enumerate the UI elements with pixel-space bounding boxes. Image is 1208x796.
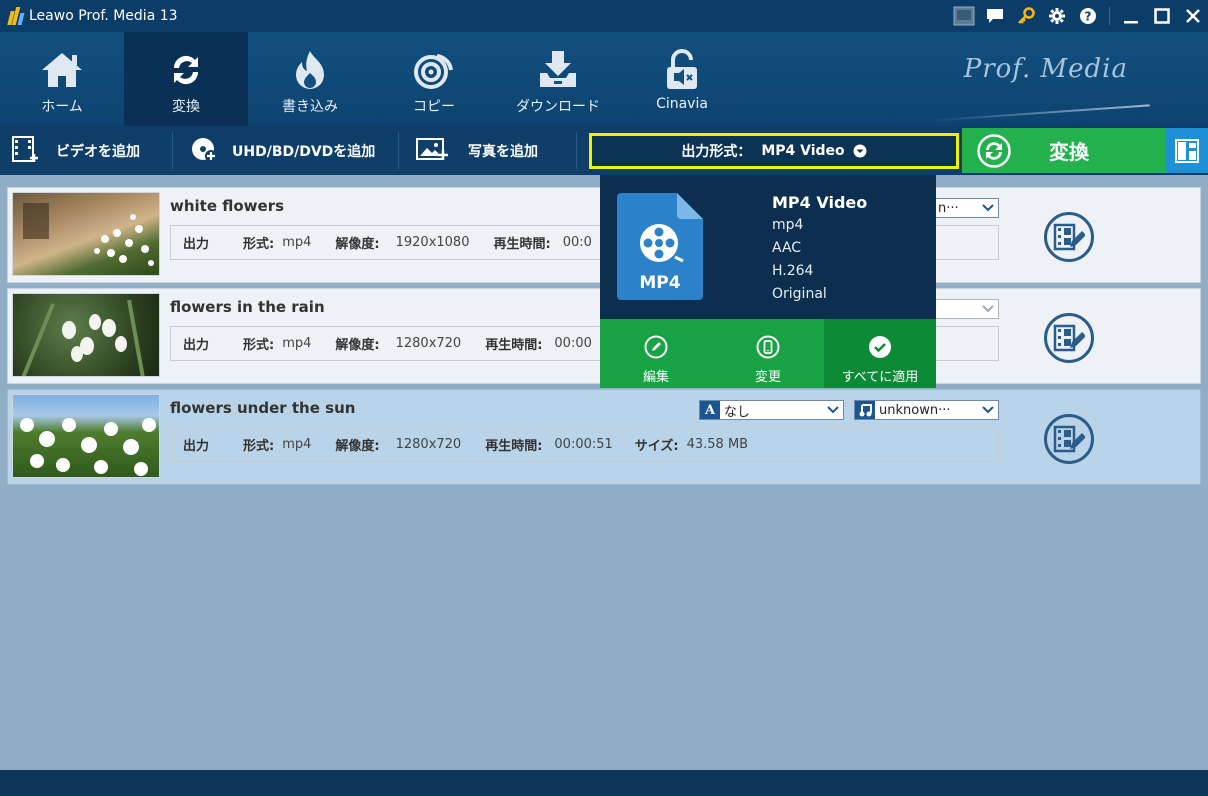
nav-convert[interactable]: 変換 (124, 32, 248, 126)
nav-download-label: ダウンロード (516, 99, 600, 115)
settings-gear-icon[interactable] (1041, 0, 1072, 32)
key-icon[interactable] (1010, 0, 1041, 32)
disc-add-icon (190, 136, 218, 166)
film-add-icon (12, 135, 40, 166)
popup-video-codec: H.264 (772, 263, 814, 279)
add-photo-button[interactable]: 写真を追加 (416, 126, 538, 175)
minimize-icon[interactable] (1115, 0, 1146, 32)
convert-icon (166, 48, 206, 92)
check-icon (868, 334, 892, 360)
file-row[interactable]: flowers under the sun 出力 形式: mp4 解像度: 12… (7, 389, 1201, 485)
window-title: Leawo Prof. Media 13 (29, 8, 178, 24)
download-icon (537, 48, 579, 92)
chevron-down-icon (981, 201, 995, 219)
output-format-value: MP4 Video (761, 143, 845, 159)
subtitle-dropdown[interactable]: n··· (936, 198, 999, 218)
convert-button[interactable]: 変換 (962, 128, 1166, 173)
file-resolution: 1920x1080 (395, 235, 470, 250)
edit-video-button[interactable] (1044, 313, 1094, 363)
format-popup: MP4 MP4 Video mp4 AAC H.264 Original 編集 … (600, 175, 936, 388)
output-format-label: 出力形式： (681, 144, 752, 160)
brand-logo: Prof. Media (963, 54, 1128, 84)
convert-label: 変換 (1049, 140, 1089, 164)
edit-video-button[interactable] (1044, 212, 1094, 262)
chevron-down-icon (981, 302, 995, 320)
add-disc-button[interactable]: UHD/BD/DVDを追加 (190, 126, 375, 175)
feedback-icon[interactable] (979, 0, 1010, 32)
audio-track-dropdown[interactable]: unknown··· (854, 400, 999, 420)
popup-container: mp4 (772, 217, 804, 233)
convert-refresh-icon (977, 133, 1011, 168)
title-bar: Leawo Prof. Media 13 ? (0, 0, 1208, 32)
chevron-down-icon (853, 144, 867, 158)
popup-apply-all-button[interactable]: すべてに適用 (824, 319, 936, 388)
subtitle-icon: A (700, 401, 720, 419)
nav-cinavia-label: Cinavia (656, 96, 708, 112)
home-icon (39, 48, 85, 92)
add-video-label: ビデオを追加 (56, 143, 140, 160)
output-format-dropdown[interactable]: 出力形式： MP4 Video (589, 133, 959, 169)
chevron-down-icon (981, 403, 995, 421)
nav-burn-label: 書き込み (282, 99, 338, 115)
popup-edit-button[interactable]: 編集 (600, 319, 712, 388)
add-photo-label: 写真を追加 (468, 143, 538, 160)
nav-home-label: ホーム (41, 99, 83, 115)
mp4-badge: MP4 (639, 273, 681, 293)
help-icon[interactable]: ? (1072, 0, 1103, 32)
file-resolution: 1280x720 (395, 437, 462, 452)
file-duration: 00:0 (562, 235, 592, 250)
add-disc-label: UHD/BD/DVDを追加 (232, 143, 376, 160)
popup-format-title: MP4 Video (772, 193, 868, 212)
file-format: mp4 (282, 437, 312, 452)
subtitle-dropdown[interactable] (936, 299, 999, 319)
layout-toggle-button[interactable] (1166, 128, 1208, 173)
film-edit-icon (1053, 323, 1085, 353)
chevron-down-icon (826, 403, 840, 421)
file-duration: 00:00 (554, 336, 592, 351)
popup-audio-codec: AAC (772, 240, 802, 256)
popup-resolution: Original (772, 286, 827, 302)
file-title: flowers under the sun (170, 399, 356, 417)
video-thumbnail (12, 293, 160, 377)
nav-convert-label: 変換 (172, 99, 200, 115)
photo-add-icon (416, 136, 448, 166)
status-bar (0, 770, 1208, 796)
subtitle-dropdown[interactable]: A なし (699, 400, 844, 420)
file-title: flowers in the rain (170, 298, 325, 316)
film-edit-icon (1053, 222, 1085, 252)
copy-icon (413, 48, 455, 92)
nav-home[interactable]: ホーム (0, 32, 124, 126)
pencil-icon (644, 334, 668, 360)
app-logo-icon (7, 7, 25, 25)
maximize-icon[interactable] (1146, 0, 1177, 32)
screenshot-icon[interactable] (948, 0, 979, 32)
main-nav: ホーム 変換 書き込み コピー ダウンロード Cinavia Prof. Med… (0, 32, 1208, 126)
file-resolution: 1280x720 (395, 336, 462, 351)
close-icon[interactable] (1177, 0, 1208, 32)
nav-cinavia[interactable]: Cinavia (620, 32, 744, 126)
video-thumbnail (12, 192, 160, 276)
nav-copy[interactable]: コピー (372, 32, 496, 126)
layout-panel-icon (1175, 138, 1199, 163)
edit-video-button[interactable] (1044, 414, 1094, 464)
music-note-icon (855, 401, 875, 419)
video-thumbnail (12, 394, 160, 478)
file-title: white flowers (170, 197, 285, 215)
file-format: mp4 (282, 336, 312, 351)
file-format: mp4 (282, 235, 312, 250)
file-duration: 00:00:51 (554, 437, 613, 452)
svg-text:?: ? (1084, 10, 1091, 24)
nav-burn[interactable]: 書き込み (248, 32, 372, 126)
file-size: 43.58 MB (686, 437, 749, 452)
film-edit-icon (1053, 424, 1085, 454)
nav-download[interactable]: ダウンロード (496, 32, 620, 126)
nav-copy-label: コピー (413, 99, 455, 115)
cinavia-icon (663, 48, 701, 92)
file-info: 出力 形式: mp4 解像度: 1280x720 再生時間: 00:00:51 … (170, 427, 999, 462)
burn-icon (290, 48, 330, 92)
mp4-file-icon: MP4 (617, 193, 703, 300)
popup-change-button[interactable]: 変更 (712, 319, 824, 388)
add-video-button[interactable]: ビデオを追加 (12, 126, 140, 175)
device-icon (756, 334, 780, 360)
